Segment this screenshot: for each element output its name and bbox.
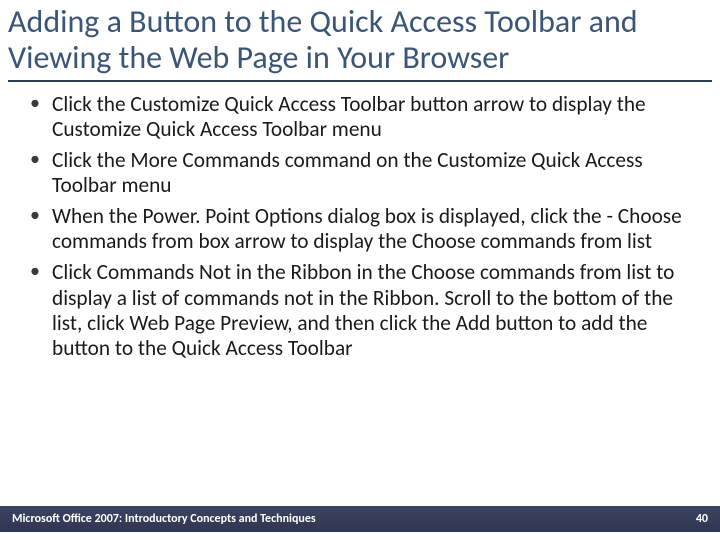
bullet-item: Click Commands Not in the Ribbon in the … <box>40 260 698 361</box>
slide-title: Adding a Button to the Quick Access Tool… <box>0 0 720 76</box>
bullet-item: Click the More Commands command on the C… <box>40 148 698 198</box>
bullet-item: When the Power. Point Options dialog box… <box>40 204 698 254</box>
footer-bar: Microsoft Office 2007: Introductory Conc… <box>0 506 720 532</box>
footer-text: Microsoft Office 2007: Introductory Conc… <box>12 512 316 526</box>
slide: Adding a Button to the Quick Access Tool… <box>0 0 720 540</box>
slide-body: Click the Customize Quick Access Toolbar… <box>0 82 720 361</box>
page-number: 40 <box>696 512 708 526</box>
bullet-item: Click the Customize Quick Access Toolbar… <box>40 92 698 142</box>
bullet-list: Click the Customize Quick Access Toolbar… <box>22 92 698 361</box>
